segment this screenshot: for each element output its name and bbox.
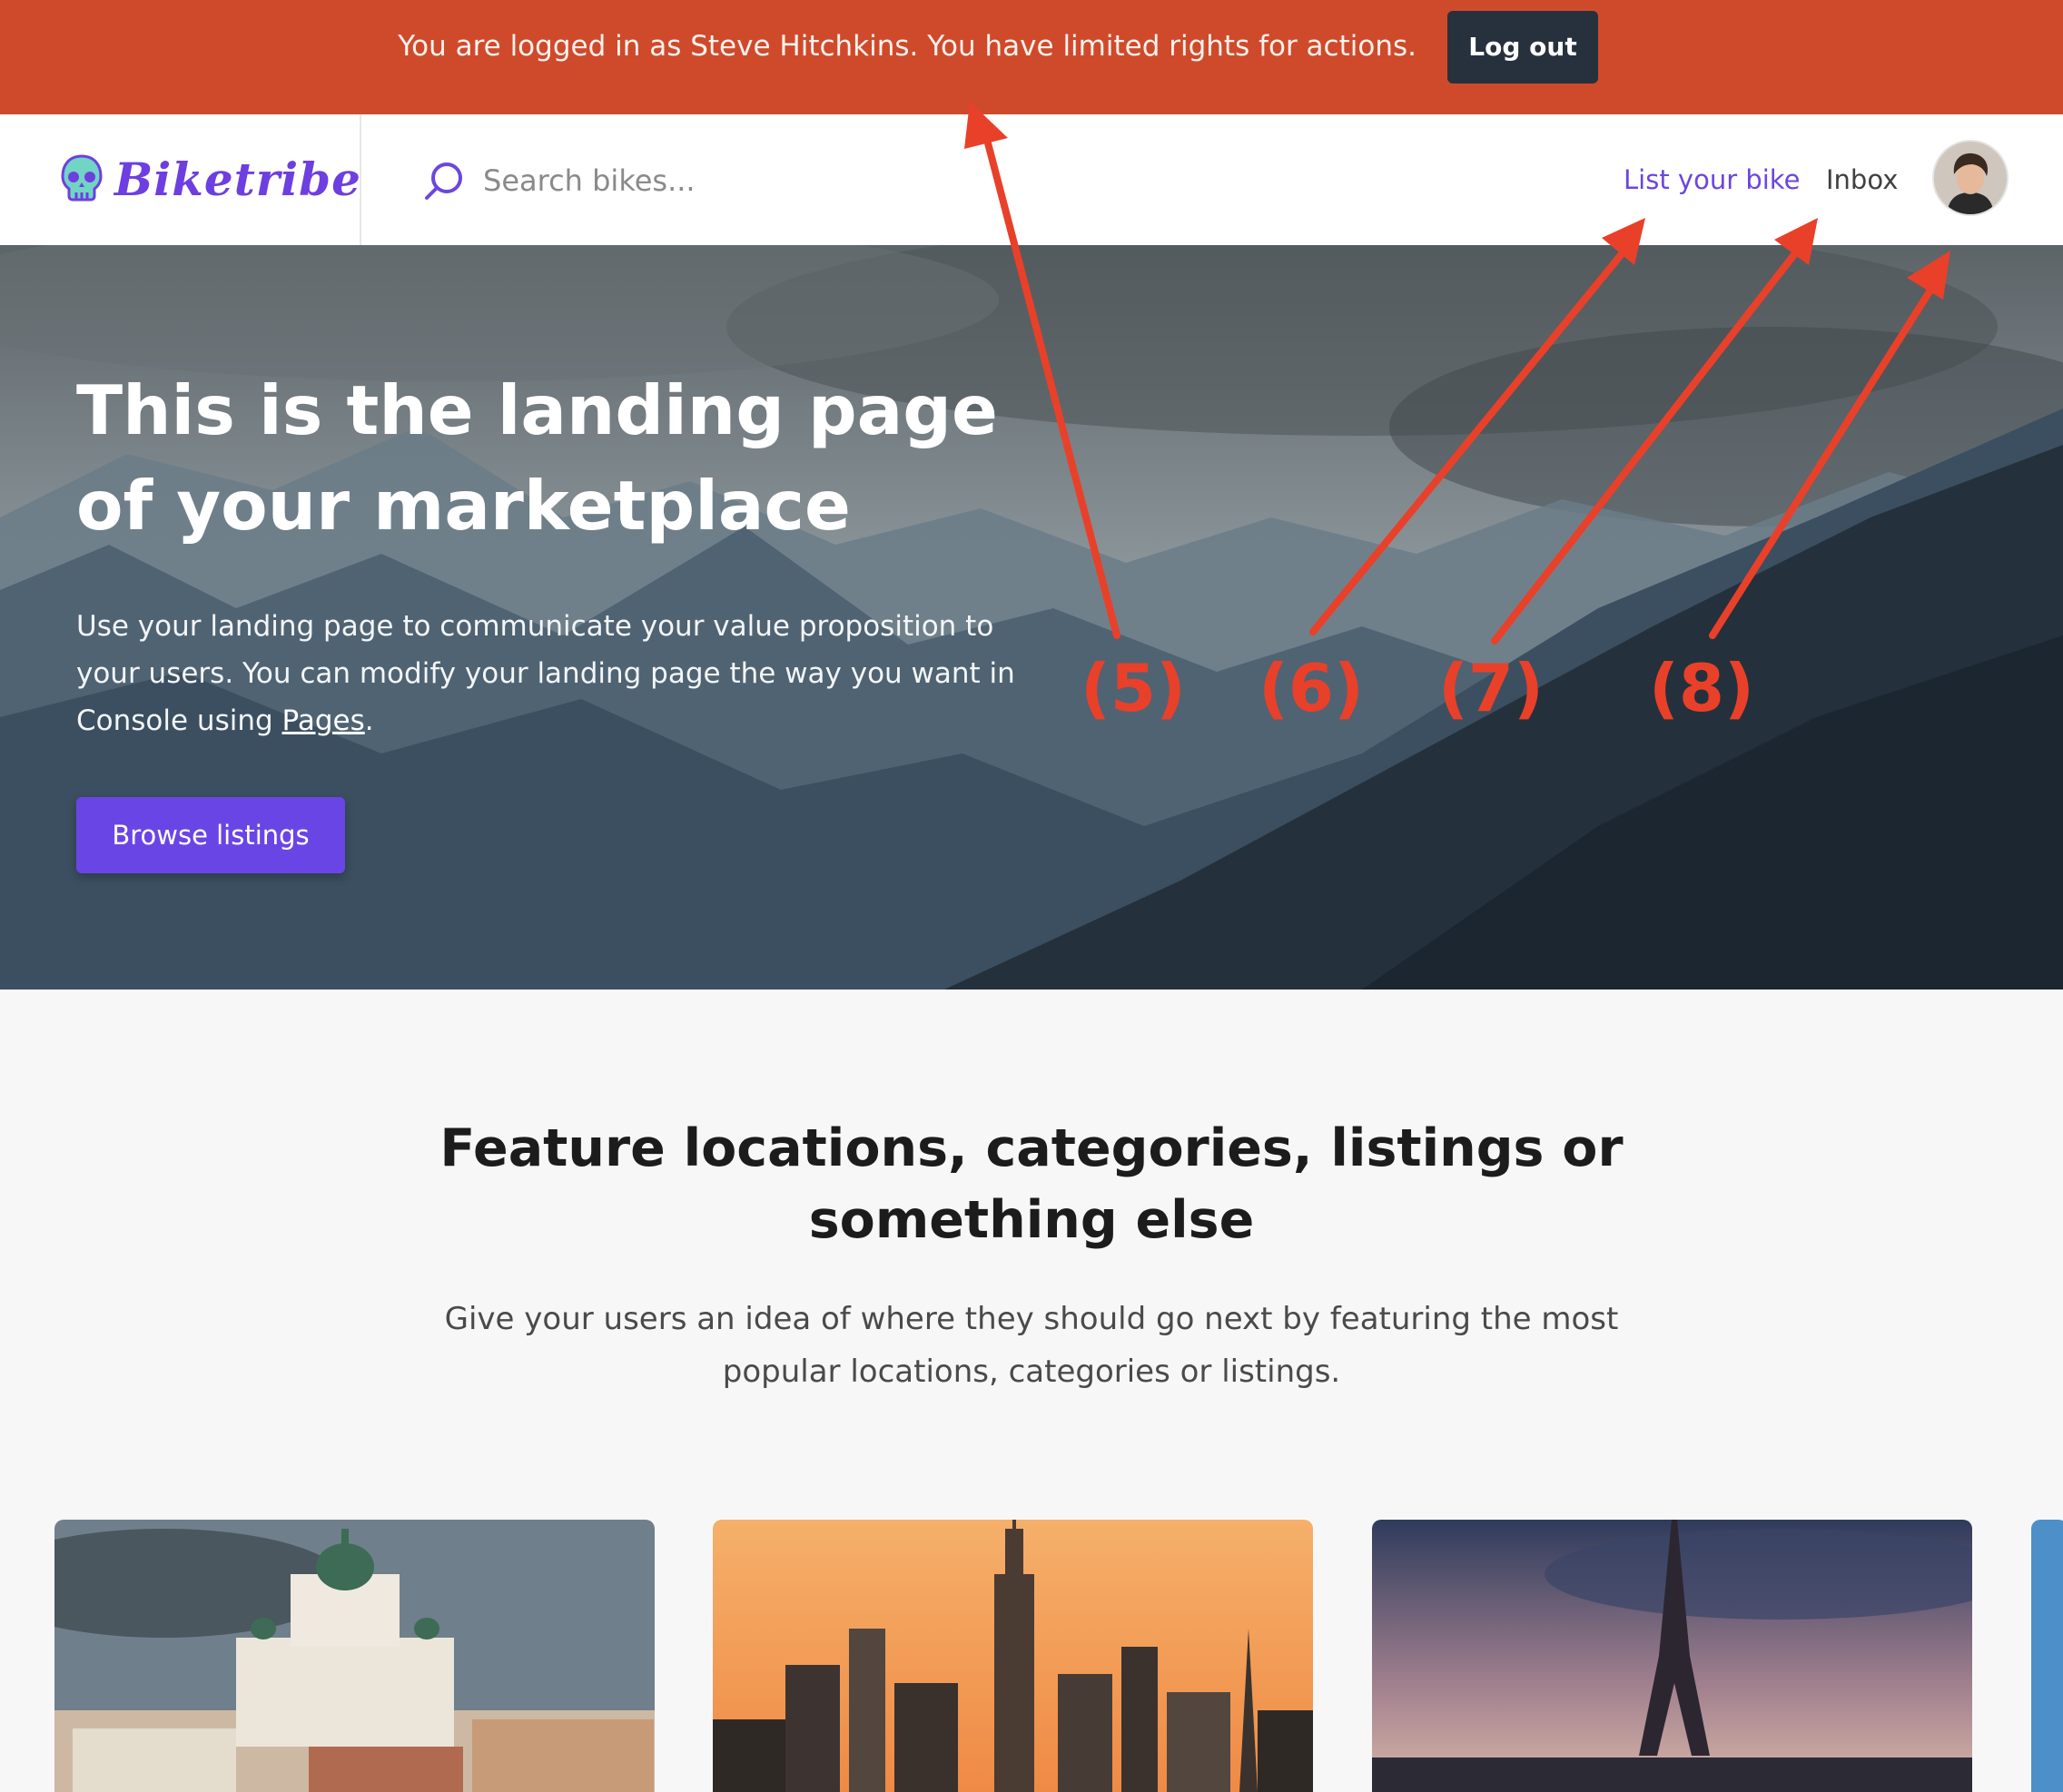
feature-card-helsinki[interactable] <box>54 1520 655 1792</box>
user-avatar[interactable] <box>1934 142 2007 214</box>
hero-description: Use your landing page to communicate you… <box>76 603 1021 744</box>
inbox-link[interactable]: Inbox <box>1826 160 1898 200</box>
annotation-7: (7) <box>1438 650 1544 726</box>
paris-image <box>1372 1520 1972 1792</box>
helsinki-image <box>54 1520 655 1792</box>
feature-card-new-york[interactable] <box>713 1520 1313 1792</box>
avatar-image <box>1934 142 2007 214</box>
search-icon[interactable] <box>423 160 465 202</box>
banner-message: You are logged in as Steve Hitchkins. Yo… <box>398 30 1416 63</box>
annotation-8: (8) <box>1649 650 1754 726</box>
new-york-image <box>713 1520 1313 1792</box>
pages-link[interactable]: Pages <box>282 704 365 737</box>
hero-desc-text: Use your landing page to communicate you… <box>76 610 1015 737</box>
browse-listings-button[interactable]: Browse listings <box>76 797 345 873</box>
annotation-5: (5) <box>1081 650 1186 726</box>
annotation-6: (6) <box>1259 650 1364 726</box>
hero-desc-end: . <box>364 704 374 737</box>
top-navbar: Biketribe List your bike Inbox <box>0 114 2063 245</box>
search-input[interactable] <box>481 154 993 207</box>
list-your-bike-link[interactable]: List your bike <box>1624 160 1800 200</box>
hero-title: This is the landing page of your marketp… <box>76 370 998 546</box>
skull-icon <box>61 154 103 202</box>
hero-section: This is the landing page of your marketp… <box>0 245 2063 990</box>
logout-button[interactable]: Log out <box>1447 11 1598 84</box>
feature-title: Feature locations, categories, listings … <box>439 1118 1624 1250</box>
impersonation-banner: You are logged in as Steve Hitchkins. Yo… <box>0 0 2063 114</box>
feature-card-partial[interactable] <box>2031 1520 2063 1792</box>
logo-link[interactable]: Biketribe <box>60 151 360 211</box>
logo-text: Biketribe <box>114 153 361 206</box>
nav-divider <box>360 114 361 245</box>
partial-card-image <box>2031 1520 2063 1792</box>
feature-card-paris[interactable] <box>1372 1520 1972 1792</box>
feature-subtitle: Give your users an idea of where they sh… <box>444 1301 1619 1390</box>
